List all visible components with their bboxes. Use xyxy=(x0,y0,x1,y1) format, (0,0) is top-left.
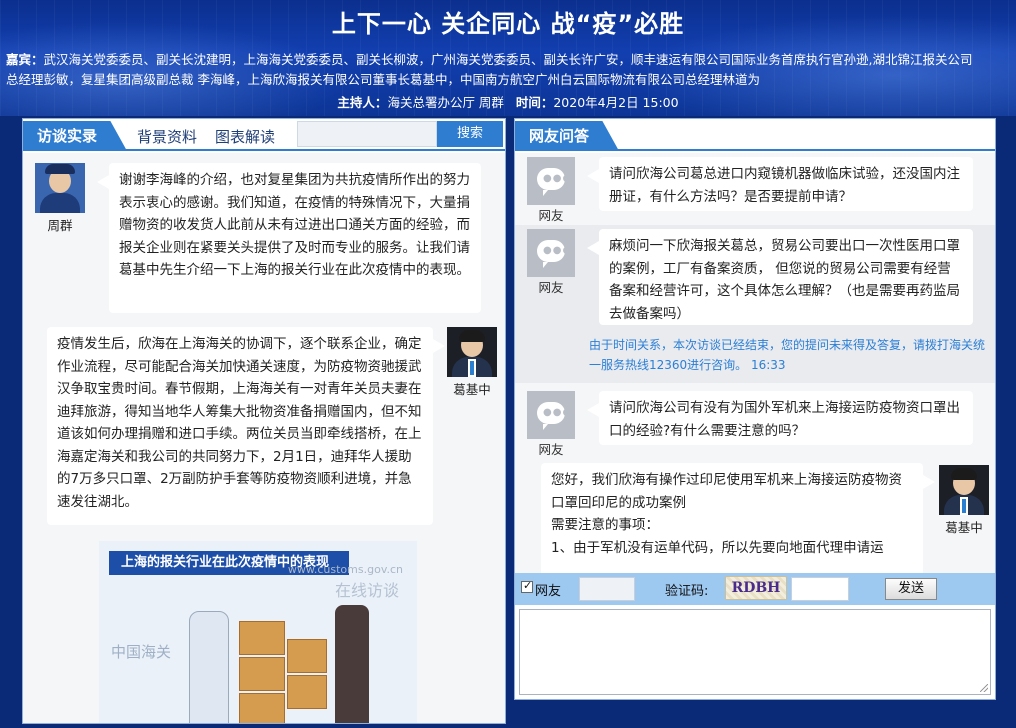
box-icon xyxy=(239,621,285,655)
search-input[interactable] xyxy=(297,121,437,147)
speaker-name: 葛基中 xyxy=(945,520,983,535)
resize-grip-icon[interactable] xyxy=(980,684,988,692)
protective-suit-figure-icon xyxy=(189,611,229,723)
answer-line: 需要注意的事项： xyxy=(551,517,659,533)
captcha-input[interactable] xyxy=(791,577,849,601)
page-header: 上下一心 关企同心 战“疫”必胜 嘉宾：武汉海关党委委员、副关长沈建明，上海海关… xyxy=(0,0,1016,116)
netizen-qa-panel: 网友问答 ●●● 网友 请问欣海公司葛总进口内窥镜机器做临床试验，还没国内注册证… xyxy=(514,118,996,700)
customs-logo: 中国海关 xyxy=(111,643,172,661)
interview-tabbar: 访谈实录 背景资料 图表解读 搜索 xyxy=(23,119,505,151)
host-label: 主持人： xyxy=(337,95,388,110)
tab-background-info[interactable]: 背景资料 xyxy=(137,123,197,151)
qa-question: ●●● 网友 麻烦问一下欣海报关葛总，贸易公司要出口一次性医用口罩的案例，工厂有… xyxy=(515,225,995,383)
anonymous-checkbox[interactable] xyxy=(521,579,533,593)
qa-question: ●●● 网友 请问欣海公司葛总进口内窥镜机器做临床试验，还没国内注册证，有什么方… xyxy=(515,153,995,225)
guests-text: 武汉海关党委委员、副关长沈建明，上海海关党委委员、副关长柳波，广州海关党委委员、… xyxy=(6,52,973,87)
infographic-image: 上海的报关行业在此次疫情中的表现 www.customs.gov.cn 在线访谈… xyxy=(99,541,417,723)
question-bubble: 请问欣海公司有没有为国外军机来上海接运防疫物资口罩出口的经验?有什么需要注意的吗… xyxy=(587,391,973,445)
checkbox-label: 网友 xyxy=(535,584,562,599)
answer-bubble: 您好，我们欣海有操作过印尼使用军机来上海接运防疫物资口罩回印尼的成功案例 需要注… xyxy=(541,463,935,573)
guests-label: 嘉宾： xyxy=(6,52,44,67)
asker-name: 网友 xyxy=(538,442,564,457)
person-figure-icon xyxy=(335,605,369,723)
nickname-input[interactable] xyxy=(579,577,635,601)
tab-interview-transcript[interactable]: 访谈实录 xyxy=(23,121,128,151)
send-bar: 网友 验证码: RDBH 发送 xyxy=(515,573,995,605)
tab-netizen-qa[interactable]: 网友问答 xyxy=(515,121,620,151)
avatar-zhou-qun xyxy=(35,163,85,213)
question-textarea[interactable] xyxy=(519,609,991,695)
tab-chart-interpretation[interactable]: 图表解读 xyxy=(215,123,275,151)
interview-panel: 访谈实录 背景资料 图表解读 搜索 周群 谢谢李海峰的介绍，也对复星集团为共抗疫… xyxy=(22,118,506,724)
box-icon xyxy=(287,639,327,673)
infographic-watermark-url: www.customs.gov.cn xyxy=(287,563,403,576)
transcript-message-host: 周群 谢谢李海峰的介绍，也对复星集团为共抗疫情所作出的努力表示衷心的感谢。我们知… xyxy=(23,153,505,323)
time-label: 时间： xyxy=(515,95,554,110)
captcha-image[interactable]: RDBH xyxy=(725,576,787,600)
transcript-message-guest: 疫情发生后，欣海在上海海关的协调下，逐个联系企业，确定作业流程，尽可能配合海关加… xyxy=(23,323,505,533)
avatar-ge-jizhong xyxy=(939,465,989,515)
answer-line: 1、由于军机没有运单代码，所以先要向地面代理申请运 xyxy=(551,539,884,556)
search-button[interactable]: 搜索 xyxy=(437,121,503,147)
page-title: 上下一心 关企同心 战“疫”必胜 xyxy=(331,10,685,38)
netizen-avatar: ●●● xyxy=(527,157,575,205)
answer-line: 您好，我们欣海有操作过印尼使用军机来上海接运防疫物资口罩回印尼的成功案例 xyxy=(551,472,902,511)
qa-answer: 您好，我们欣海有操作过印尼使用军机来上海接运防疫物资口罩回印尼的成功案例 需要注… xyxy=(515,459,995,573)
qa-question: ●●● 网友 请问欣海公司有没有为国外军机来上海接运防疫物资口罩出口的经验?有什… xyxy=(515,383,995,459)
asker-name: 网友 xyxy=(538,280,564,295)
box-icon xyxy=(287,675,327,709)
guests-line: 嘉宾：武汉海关党委委员、副关长沈建明，上海海关党委委员、副关长柳波，广州海关党委… xyxy=(6,50,976,90)
message-bubble: 疫情发生后，欣海在上海海关的协调下，逐个联系企业，确定作业流程，尽可能配合海关加… xyxy=(47,327,445,525)
speaker-name: 周群 xyxy=(47,218,73,233)
box-icon xyxy=(239,657,285,691)
box-icon xyxy=(239,693,285,723)
time-value: 2020年4月2日 15:00 xyxy=(553,95,679,110)
question-bubble: 请问欣海公司葛总进口内窥镜机器做临床试验，还没国内注册证，有什么方法吗？是否要提… xyxy=(587,157,973,211)
avatar-ge-jizhong xyxy=(447,327,497,377)
transcript-scroll-area[interactable]: 周群 谢谢李海峰的介绍，也对复星集团为共抗疫情所作出的努力表示衷心的感谢。我们知… xyxy=(23,153,505,723)
speaker-name: 葛基中 xyxy=(453,382,491,397)
captcha-label: 验证码: xyxy=(665,584,709,599)
asker-name: 网友 xyxy=(538,208,564,223)
question-bubble: 麻烦问一下欣海报关葛总，贸易公司要出口一次性医用口罩的案例，工厂有备案资质， 但… xyxy=(587,229,973,325)
send-button[interactable]: 发送 xyxy=(885,578,937,600)
host-line: 主持人：海关总署办公厅 周群 时间：2020年4月2日 15:00 xyxy=(0,92,1016,111)
netizen-avatar: ●●● xyxy=(527,391,575,439)
qa-tabbar: 网友问答 xyxy=(515,119,995,151)
reply-note: 由于时间关系，本次访谈已经结束，您的提问未来得及答复，请拨打海关统一服务热线12… xyxy=(589,338,986,372)
netizen-avatar: ●●● xyxy=(527,229,575,277)
qa-scroll-area[interactable]: ●●● 网友 请问欣海公司葛总进口内窥镜机器做临床试验，还没国内注册证，有什么方… xyxy=(515,153,995,573)
message-bubble: 谢谢李海峰的介绍，也对复星集团为共抗疫情所作出的努力表示衷心的感谢。我们知道，在… xyxy=(97,163,481,313)
host-value: 海关总署办公厅 周群 xyxy=(387,95,504,110)
infographic-watermark-text: 在线访谈 xyxy=(334,581,399,600)
